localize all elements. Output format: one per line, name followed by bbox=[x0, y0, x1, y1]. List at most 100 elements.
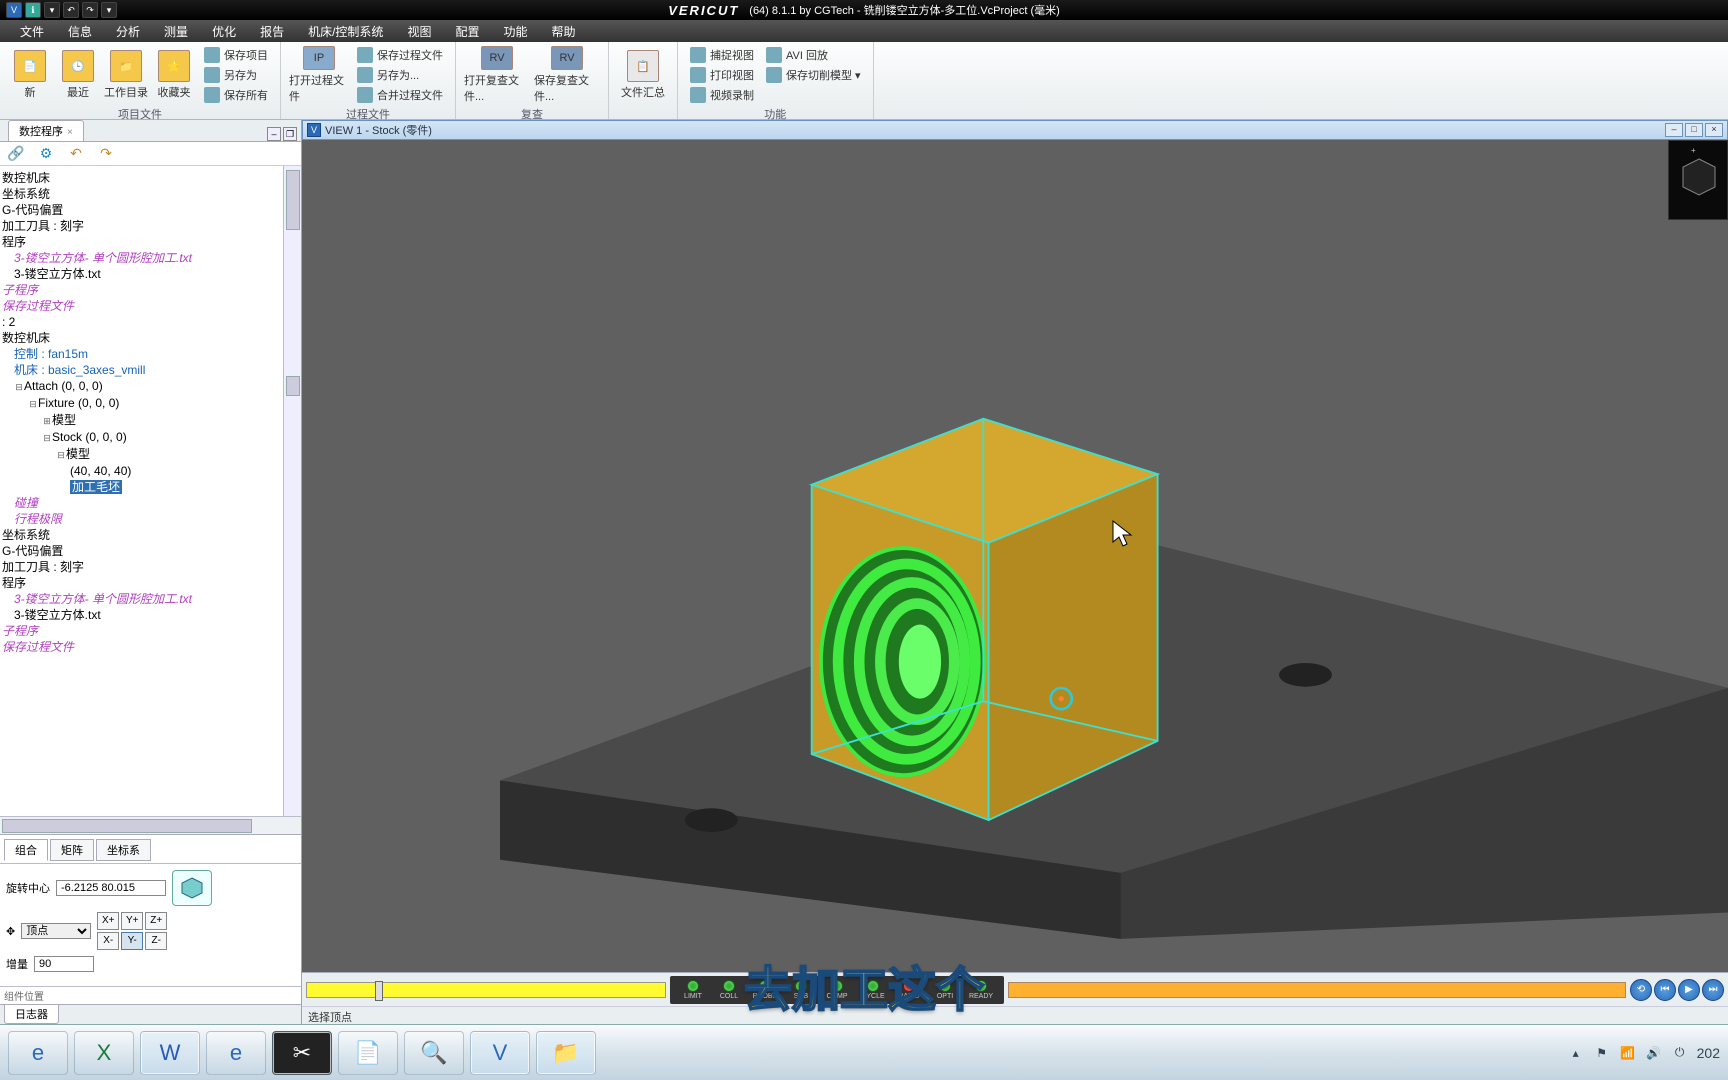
tree-node[interactable]: 3-镂空立方体- 单个圆形腔加工.txt bbox=[0, 591, 301, 607]
progress-slider[interactable] bbox=[306, 982, 666, 998]
increment-input[interactable] bbox=[34, 956, 94, 972]
tree-node[interactable]: 3-镂空立方体.txt bbox=[0, 607, 301, 623]
qat-app-icon[interactable]: V bbox=[6, 2, 22, 18]
redo-icon[interactable]: ↷ bbox=[96, 144, 116, 164]
tree-node[interactable]: 子程序 bbox=[0, 282, 301, 298]
task-word[interactable]: W bbox=[140, 1031, 200, 1075]
play-button[interactable]: ▶ bbox=[1678, 979, 1700, 1001]
vertical-scrollbar[interactable] bbox=[283, 166, 301, 816]
tree-node[interactable]: 数控机床 bbox=[0, 330, 301, 346]
pick-icon[interactable]: ✥ bbox=[6, 925, 15, 938]
tree-node[interactable]: ⊞模型 bbox=[0, 412, 301, 429]
menu-mcs[interactable]: 机床/控制系统 bbox=[308, 23, 383, 40]
axis-y-minus[interactable]: Y- bbox=[121, 932, 143, 950]
task-capcut[interactable]: ✂ bbox=[272, 1031, 332, 1075]
view-close-icon[interactable]: × bbox=[1705, 123, 1723, 137]
gear-icon[interactable]: ⚙ bbox=[36, 144, 56, 164]
slider-handle[interactable] bbox=[375, 981, 383, 1001]
tree-node[interactable]: ⊟模型 bbox=[0, 446, 301, 463]
menu-analyze[interactable]: 分析 bbox=[116, 23, 140, 40]
menu-optimize[interactable]: 优化 bbox=[212, 23, 236, 40]
task-explorer[interactable]: 📁 bbox=[536, 1031, 596, 1075]
favorites-button[interactable]: ⭐收藏夹 bbox=[152, 46, 196, 104]
view-minimize-icon[interactable]: – bbox=[1665, 123, 1683, 137]
tray-flag-icon[interactable]: ⚑ bbox=[1593, 1044, 1611, 1062]
menu-report[interactable]: 报告 bbox=[260, 23, 284, 40]
rewind-button[interactable]: ⏮ bbox=[1654, 979, 1676, 1001]
tab-nc-program[interactable]: 数控程序× bbox=[8, 120, 84, 141]
tree-node[interactable]: ⊟Fixture (0, 0, 0) bbox=[0, 395, 301, 412]
tree-node[interactable]: 数控机床 bbox=[0, 170, 301, 186]
tree-node[interactable]: G-代码偏置 bbox=[0, 543, 301, 559]
new-project-button[interactable]: 📄新 bbox=[8, 46, 52, 104]
tree-node[interactable]: 3-镂空立方体.txt bbox=[0, 266, 301, 282]
axis-x-plus[interactable]: X+ bbox=[97, 912, 119, 930]
task-ie[interactable]: e bbox=[8, 1031, 68, 1075]
save-as-button[interactable]: 另存为 bbox=[200, 66, 272, 84]
avi-playback-button[interactable]: AVI 回放 bbox=[762, 46, 865, 64]
tray-up-icon[interactable]: ▴ bbox=[1567, 1044, 1585, 1062]
tree-node[interactable]: 坐标系统 bbox=[0, 186, 301, 202]
tray-network-icon[interactable]: 📶 bbox=[1619, 1044, 1637, 1062]
tray-power-icon[interactable]: ⏻ bbox=[1671, 1044, 1689, 1062]
taskbar-clock[interactable]: 202 bbox=[1697, 1045, 1720, 1061]
tree-view[interactable]: 数控机床坐标系统G-代码偏置加工刀具 : 刻字程序3-镂空立方体- 单个圆形腔加… bbox=[0, 166, 301, 816]
save-proc-as-button[interactable]: 另存为... bbox=[353, 66, 447, 84]
tree-node[interactable]: 控制 : fan15m bbox=[0, 346, 301, 362]
menu-file[interactable]: 文件 bbox=[20, 23, 44, 40]
minimize-icon[interactable]: – bbox=[267, 127, 281, 141]
playback-track[interactable] bbox=[1008, 982, 1626, 998]
file-summary-button[interactable]: 📋文件汇总 bbox=[617, 46, 669, 104]
tree-node[interactable]: 保存过程文件 bbox=[0, 639, 301, 655]
task-notepad[interactable]: 📄 bbox=[338, 1031, 398, 1075]
axis-y-plus[interactable]: Y+ bbox=[121, 912, 143, 930]
tree-node[interactable]: G-代码偏置 bbox=[0, 202, 301, 218]
qat-dropdown-icon[interactable]: ▾ bbox=[44, 2, 60, 18]
tree-node[interactable]: 程序 bbox=[0, 575, 301, 591]
vertex-select[interactable]: 顶点 bbox=[21, 923, 91, 939]
menu-info[interactable]: 信息 bbox=[68, 23, 92, 40]
tree-node[interactable]: 子程序 bbox=[0, 623, 301, 639]
tree-node[interactable]: 3-镂空立方体- 单个圆形腔加工.txt bbox=[0, 250, 301, 266]
merge-proc-button[interactable]: 合并过程文件 bbox=[353, 86, 447, 104]
horizontal-scrollbar[interactable] bbox=[0, 816, 301, 834]
qat-redo-icon[interactable]: ↷ bbox=[82, 2, 98, 18]
save-project-button[interactable]: 保存项目 bbox=[200, 46, 272, 64]
qat-info-icon[interactable]: ℹ bbox=[25, 2, 41, 18]
tree-node[interactable]: 加工刀具 : 刻字 bbox=[0, 559, 301, 575]
close-icon[interactable]: × bbox=[67, 127, 73, 138]
save-all-button[interactable]: 保存所有 bbox=[200, 86, 272, 104]
view-maximize-icon[interactable]: □ bbox=[1685, 123, 1703, 137]
qat-undo-icon[interactable]: ↶ bbox=[63, 2, 79, 18]
qat-more-icon[interactable]: ▾ bbox=[101, 2, 117, 18]
tab-matrix[interactable]: 矩阵 bbox=[50, 839, 94, 861]
tree-node[interactable]: : 2 bbox=[0, 314, 301, 330]
menu-view[interactable]: 视图 bbox=[407, 23, 431, 40]
recent-button[interactable]: 🕒最近 bbox=[56, 46, 100, 104]
task-magnify[interactable]: 🔍 bbox=[404, 1031, 464, 1075]
menu-help[interactable]: 帮助 bbox=[551, 23, 575, 40]
workdir-button[interactable]: 📁工作目录 bbox=[104, 46, 148, 104]
menu-config[interactable]: 配置 bbox=[455, 23, 479, 40]
tree-node[interactable]: ⊟Attach (0, 0, 0) bbox=[0, 378, 301, 395]
print-view-button[interactable]: 打印视图 bbox=[686, 66, 758, 84]
rotate-center-input[interactable] bbox=[56, 880, 166, 896]
undo-icon[interactable]: ↶ bbox=[66, 144, 86, 164]
tree-node[interactable]: (40, 40, 40) bbox=[0, 463, 301, 479]
tab-logger[interactable]: 日志器 bbox=[4, 1005, 59, 1024]
task-vericut[interactable]: V bbox=[470, 1031, 530, 1075]
tree-node[interactable]: 机床 : basic_3axes_vmill bbox=[0, 362, 301, 378]
record-video-button[interactable]: 视频录制 bbox=[686, 86, 758, 104]
tree-node[interactable]: 程序 bbox=[0, 234, 301, 250]
task-excel[interactable]: X bbox=[74, 1031, 134, 1075]
ffwd-button[interactable]: ⏭ bbox=[1702, 979, 1724, 1001]
tray-volume-icon[interactable]: 🔊 bbox=[1645, 1044, 1663, 1062]
restore-icon[interactable]: ❐ bbox=[283, 127, 297, 141]
restart-button[interactable]: ⟲ bbox=[1630, 979, 1652, 1001]
save-cut-model-button[interactable]: 保存切削模型 ▾ bbox=[762, 66, 865, 84]
open-review-button[interactable]: RV打开复查文件... bbox=[464, 46, 530, 104]
menu-functions[interactable]: 功能 bbox=[503, 23, 527, 40]
capture-view-button[interactable]: 捕捉视图 bbox=[686, 46, 758, 64]
tree-node[interactable]: 坐标系统 bbox=[0, 527, 301, 543]
task-ie2[interactable]: e bbox=[206, 1031, 266, 1075]
